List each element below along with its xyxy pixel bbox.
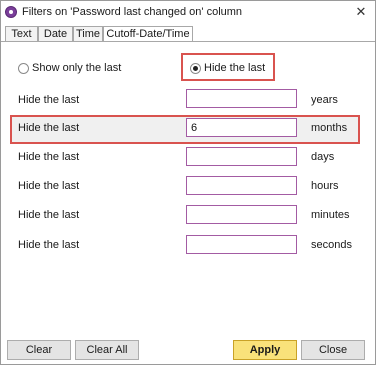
tab-date[interactable]: Date xyxy=(38,26,73,41)
months-input[interactable] xyxy=(186,118,297,137)
row-months-label: Hide the last xyxy=(18,122,80,134)
seconds-input[interactable] xyxy=(186,235,297,254)
filter-dialog: Filters on 'Password last changed on' co… xyxy=(0,0,376,365)
hours-unit: hours xyxy=(311,180,339,192)
years-unit: years xyxy=(311,94,338,106)
hours-input[interactable] xyxy=(186,176,297,195)
days-unit: days xyxy=(311,151,335,163)
seconds-unit: seconds xyxy=(311,239,352,251)
apply-button[interactable]: Apply xyxy=(233,340,297,360)
tab-text[interactable]: Text xyxy=(5,26,38,41)
tab-cutoff-date-time[interactable]: Cutoff-Date/Time xyxy=(103,26,193,42)
dialog-title: Filters on 'Password last changed on' co… xyxy=(22,6,243,18)
radio-checked-icon[interactable] xyxy=(190,62,201,74)
row-days-label: Hide the last xyxy=(18,151,80,163)
clear-all-button[interactable]: Clear All xyxy=(75,340,139,360)
radio-hide-last[interactable]: Hide the last xyxy=(190,58,265,78)
close-button[interactable]: Close xyxy=(301,340,365,360)
row-years-label: Hide the last xyxy=(18,94,80,106)
radio-hide-last-label: Hide the last xyxy=(204,62,266,74)
tab-time[interactable]: Time xyxy=(73,26,103,41)
days-input[interactable] xyxy=(186,147,297,166)
title-bar: Filters on 'Password last changed on' co… xyxy=(1,1,375,25)
row-hours-label: Hide the last xyxy=(18,180,80,192)
close-icon[interactable]: ✕ xyxy=(351,3,371,21)
row-seconds-label: Hide the last xyxy=(18,239,80,251)
radio-show-only-last[interactable]: Show only the last xyxy=(18,58,121,78)
minutes-unit: minutes xyxy=(311,209,350,221)
radio-unchecked-icon[interactable] xyxy=(18,62,29,74)
tab-divider xyxy=(1,41,375,42)
radio-show-only-last-label: Show only the last xyxy=(32,62,122,74)
clear-button[interactable]: Clear xyxy=(7,340,71,360)
row-minutes-label: Hide the last xyxy=(18,209,80,221)
months-unit: months xyxy=(311,122,348,134)
years-input[interactable] xyxy=(186,89,297,108)
app-icon xyxy=(5,6,17,18)
minutes-input[interactable] xyxy=(186,205,297,224)
